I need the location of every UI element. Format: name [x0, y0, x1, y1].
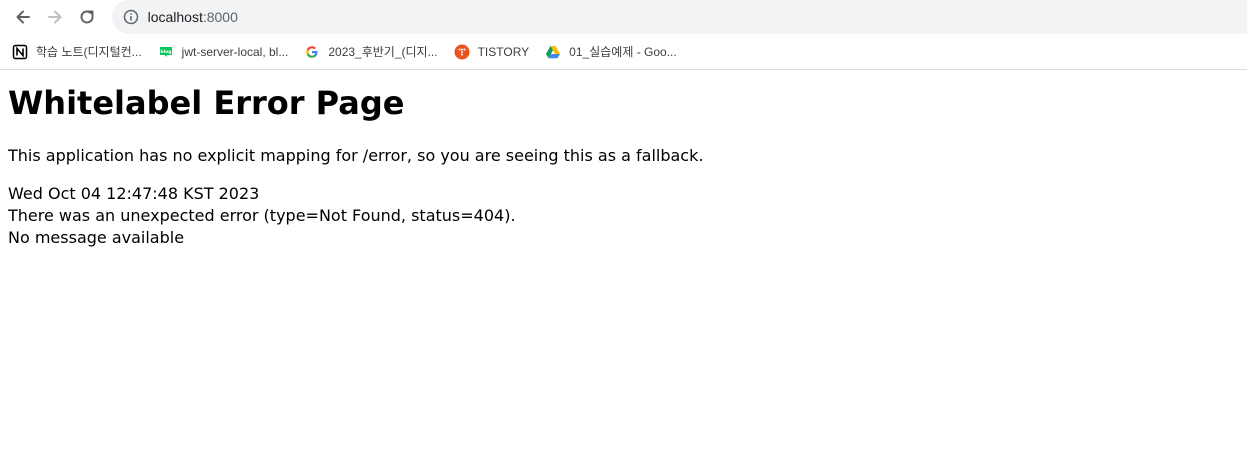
arrow-right-icon	[47, 10, 62, 24]
arrow-left-icon	[16, 10, 30, 24]
back-button[interactable]	[8, 2, 38, 32]
blog-icon: blog	[158, 44, 174, 60]
bookmark-label: jwt-server-local, bl...	[181, 44, 289, 59]
error-description: This application has no explicit mapping…	[8, 146, 704, 166]
url-port: :8000	[202, 9, 238, 25]
reload-button[interactable]	[72, 2, 102, 32]
bookmark-label: TISTORY	[477, 44, 530, 59]
browser-toolbar: localhost:8000	[0, 0, 1247, 34]
url-host: localhost	[147, 9, 203, 25]
address-bar[interactable]: localhost:8000	[111, 0, 1247, 34]
info-icon[interactable]	[122, 8, 140, 26]
bookmark-tistory[interactable]: TISTORY	[454, 44, 530, 60]
svg-text:blog: blog	[160, 49, 171, 55]
page-title: Whitelabel Error Page	[8, 84, 405, 122]
page-content: Whitelabel Error Page This application h…	[0, 70, 1247, 257]
error-timestamp: Wed Oct 04 12:47:48 KST 2023	[8, 183, 260, 203]
notion-icon	[12, 44, 28, 60]
google-icon	[304, 44, 320, 60]
bookmark-label: 2023_후반기_(디지...	[328, 45, 438, 59]
bookmark-google[interactable]: 2023_후반기_(디지...	[304, 43, 438, 60]
bookmark-blog[interactable]: blog jwt-server-local, bl...	[158, 44, 289, 60]
bookmark-notion[interactable]: 학습 노트(디지털컨...	[12, 43, 142, 60]
reload-icon	[80, 10, 94, 24]
error-status-line: There was an unexpected error (type=Not …	[8, 205, 516, 225]
bookmarks-bar: 학습 노트(디지털컨... blog jwt-server-local, bl.…	[0, 34, 1247, 70]
google-drive-icon	[545, 44, 561, 60]
bookmark-label: 01_실습예제 - Goo...	[569, 45, 677, 59]
tistory-icon	[454, 44, 470, 60]
url-text[interactable]: localhost:8000	[148, 9, 238, 25]
forward-button[interactable]	[40, 2, 70, 32]
bookmark-label: 학습 노트(디지털컨...	[36, 45, 142, 59]
bookmark-google-drive[interactable]: 01_실습예제 - Goo...	[545, 43, 677, 60]
error-message: No message available	[8, 227, 185, 247]
